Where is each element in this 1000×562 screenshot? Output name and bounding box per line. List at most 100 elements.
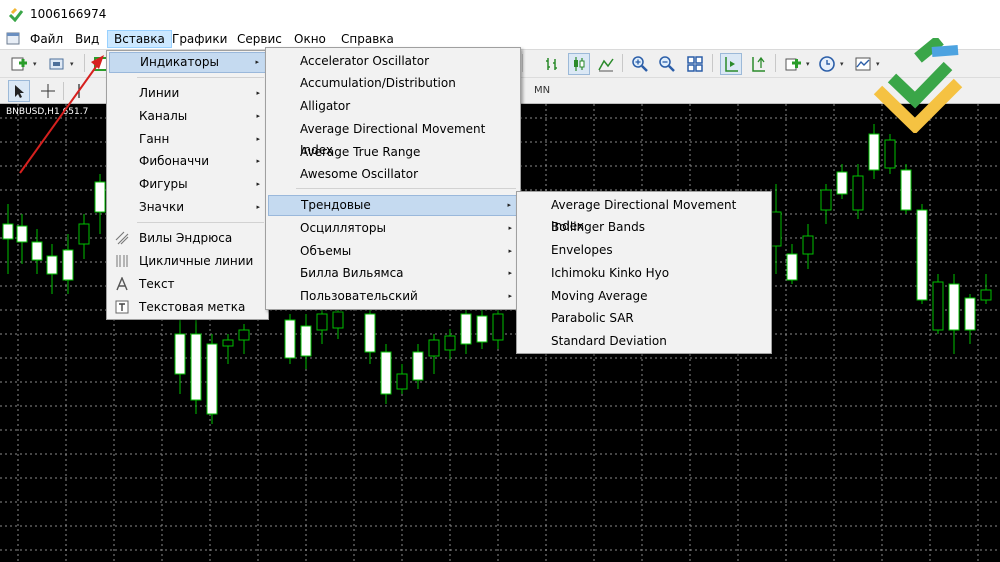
crosshair-button[interactable] — [37, 80, 59, 102]
menu-item-arrows[interactable]: Значки ▸ — [109, 197, 266, 218]
menu-item-standard-deviation[interactable]: Standard Deviation — [519, 331, 769, 352]
menu-item-admi[interactable]: Average Directional Movement Index — [268, 119, 518, 157]
candle-body — [364, 313, 376, 353]
menu-item-envelopes[interactable]: Envelopes — [519, 240, 769, 261]
candle-body — [460, 313, 472, 345]
candle-body — [836, 171, 848, 195]
menu-item-fibonacci[interactable]: Фибоначчи ▸ — [109, 151, 266, 172]
menu-item-lines[interactable]: Линии ▸ — [109, 83, 266, 104]
candle-body — [46, 255, 58, 275]
profiles-caret-icon[interactable]: ▾ — [70, 60, 74, 68]
menu-item-average-true-range[interactable]: Average True Range — [268, 142, 518, 163]
candle-body — [94, 181, 106, 213]
tile-windows-icon — [687, 56, 703, 72]
new-chart-icon — [11, 57, 27, 71]
periods-caret-icon[interactable]: ▾ — [840, 60, 844, 68]
menu-window[interactable]: Окно — [288, 30, 332, 48]
profiles-button[interactable] — [46, 53, 68, 75]
menu-item-channels[interactable]: Каналы ▸ — [109, 106, 266, 127]
menu-item-text[interactable]: Текст — [109, 274, 266, 295]
menu-item-gann[interactable]: Ганн ▸ — [109, 129, 266, 150]
menu-item-bollinger-bands[interactable]: Bollinger Bands — [519, 217, 769, 238]
autoscroll-button[interactable] — [720, 53, 742, 75]
cycle-lines-icon — [116, 255, 128, 267]
candle-body — [190, 333, 202, 401]
menu-item-moving-average[interactable]: Moving Average — [519, 286, 769, 307]
indicators-caret-icon[interactable]: ▾ — [806, 60, 810, 68]
candle-body — [332, 311, 344, 329]
menu-item-andrews-pitchfork[interactable]: Вилы Эндрюса — [109, 228, 266, 249]
menu-insert[interactable]: Вставка — [107, 30, 172, 48]
menu-item-trend[interactable]: Трендовые ▸ — [268, 195, 518, 216]
submenu-arrow-icon: ▸ — [256, 203, 260, 211]
candle-body — [980, 289, 992, 301]
menu-item-cycle-lines[interactable]: Цикличные линии — [109, 251, 266, 272]
menu-item-oscillators[interactable]: Осцилляторы ▸ — [268, 218, 518, 239]
candle-body — [948, 283, 960, 331]
menu-item-accumulation-distribution[interactable]: Accumulation/Distribution — [268, 73, 518, 94]
candle-body — [316, 313, 328, 331]
bar-chart-button[interactable] — [541, 53, 563, 75]
submenu-arrow-icon: ▸ — [508, 292, 512, 300]
title-bar: 1006166974 — [0, 0, 1000, 28]
text-icon — [116, 277, 128, 291]
menu-item-text-label[interactable]: Текстовая метка — [109, 297, 266, 318]
candle-body — [300, 325, 312, 357]
menu-item-parabolic-sar[interactable]: Parabolic SAR — [519, 308, 769, 329]
periods-button[interactable] — [816, 53, 838, 75]
menu-tools[interactable]: Сервис — [231, 30, 288, 48]
candle-body — [396, 373, 408, 390]
menu-item-label: Пользовательский — [300, 289, 418, 303]
chart-shift-icon — [752, 56, 765, 72]
tile-windows-button[interactable] — [684, 53, 706, 75]
menu-item-awesome-oscillator[interactable]: Awesome Oscillator — [268, 164, 518, 185]
new-chart-button[interactable] — [8, 53, 30, 75]
zoom-out-button[interactable] — [656, 53, 678, 75]
candlestick-chart-button[interactable] — [568, 53, 590, 75]
menu-view[interactable]: Вид — [69, 30, 105, 48]
timeframe-mn-button[interactable]: MN — [534, 85, 550, 96]
menu-item-bill-williams[interactable]: Билла Вильямса ▸ — [268, 263, 518, 284]
andrews-pitchfork-icon — [115, 231, 129, 245]
candlestick-icon — [574, 57, 585, 71]
submenu-arrow-icon: ▸ — [255, 58, 259, 66]
text-label-icon — [115, 300, 129, 314]
menu-file[interactable]: Файл — [24, 30, 69, 48]
vertical-line-button[interactable] — [68, 80, 90, 102]
candle-body — [206, 343, 218, 415]
menu-item-accelerator-oscillator[interactable]: Accelerator Oscillator — [268, 51, 518, 72]
indicators-list-button[interactable] — [782, 53, 804, 75]
line-chart-button[interactable] — [595, 53, 617, 75]
menu-item-label: Awesome Oscillator — [300, 167, 419, 181]
menu-item-shapes[interactable]: Фигуры ▸ — [109, 174, 266, 195]
submenu-arrow-icon: ▸ — [256, 135, 260, 143]
chart-symbol-label: BNBUSD,H1 651.7 — [6, 107, 89, 117]
candle-body — [884, 139, 896, 169]
candle-body — [932, 281, 944, 331]
window-title: 1006166974 — [30, 7, 107, 21]
menu-item-alligator[interactable]: Alligator — [268, 96, 518, 117]
new-chart-caret-icon[interactable]: ▾ — [33, 60, 37, 68]
menu-item-volumes[interactable]: Объемы ▸ — [268, 241, 518, 262]
clock-icon — [819, 56, 835, 72]
menu-item-label: Текст — [139, 277, 175, 291]
menu-item-custom[interactable]: Пользовательский ▸ — [268, 286, 518, 307]
submenu-arrow-icon: ▸ — [508, 224, 512, 232]
chart-shift-button[interactable] — [747, 53, 769, 75]
menu-charts[interactable]: Графики — [166, 30, 233, 48]
profiles-icon — [49, 58, 64, 70]
candle-body — [222, 339, 234, 347]
menu-item-label: Envelopes — [551, 243, 613, 257]
zoom-in-icon — [632, 56, 648, 72]
mdi-document-icon[interactable] — [6, 31, 21, 46]
menu-help[interactable]: Справка — [335, 30, 400, 48]
menu-item-admi-trend[interactable]: Average Directional Movement Index — [519, 195, 769, 233]
menu-item-indicators[interactable]: Индикаторы ▸ — [109, 52, 266, 73]
zoom-in-button[interactable] — [629, 53, 651, 75]
menu-item-label: Standard Deviation — [551, 334, 667, 348]
submenu-arrow-icon: ▸ — [508, 247, 512, 255]
menu-item-ichimoku[interactable]: Ichimoku Kinko Hyo — [519, 263, 769, 284]
menu-item-label: Moving Average — [551, 289, 648, 303]
cursor-arrow-icon — [15, 85, 24, 98]
cursor-button[interactable] — [8, 80, 30, 102]
